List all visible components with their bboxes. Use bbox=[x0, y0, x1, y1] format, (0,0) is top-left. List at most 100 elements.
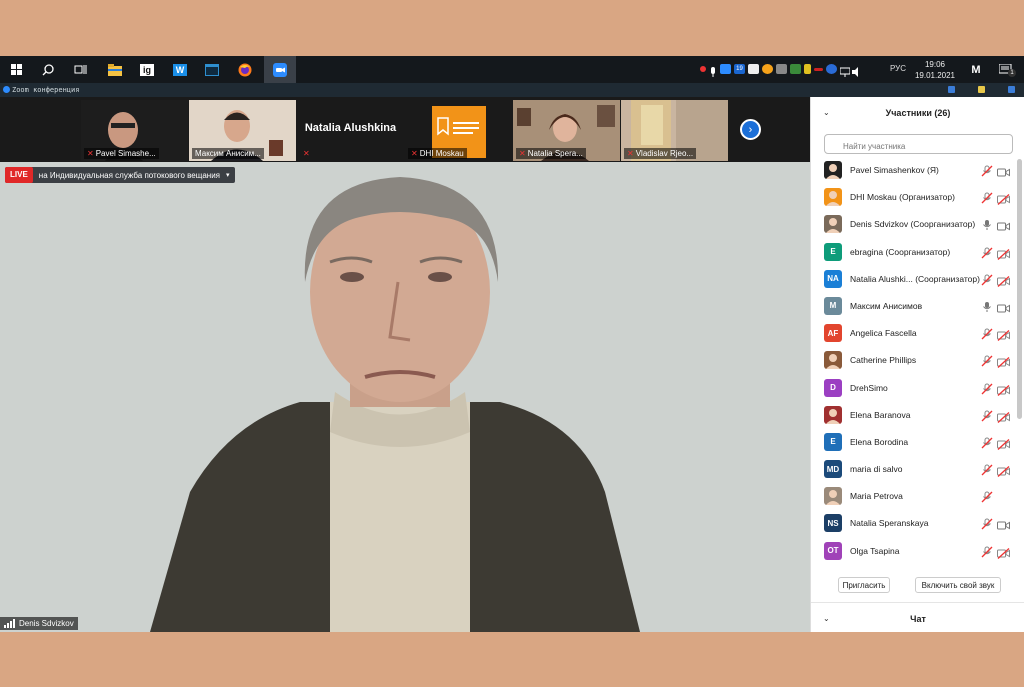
clock-time: 19:06 bbox=[924, 60, 946, 69]
close-button[interactable] bbox=[1008, 86, 1015, 93]
participants-scrollbar[interactable] bbox=[1017, 159, 1022, 419]
thumb-name: ✕ DHI Moskau bbox=[408, 148, 467, 159]
mic-muted-icon bbox=[981, 490, 993, 503]
participant-row[interactable]: Pavel Simashenkov (Я) bbox=[811, 157, 1017, 184]
camera-off-icon bbox=[997, 437, 1010, 450]
gray-tray-icon[interactable] bbox=[776, 64, 787, 74]
mic-tray-icon[interactable] bbox=[709, 64, 717, 77]
video-thumb[interactable]: ✕ Vladislav Rjeo... bbox=[621, 100, 728, 161]
participant-name: ebragina (Соорганизатор) bbox=[850, 246, 951, 257]
mic-muted-icon bbox=[981, 246, 993, 259]
participant-name: Maria Petrova bbox=[850, 491, 903, 502]
mic-icon bbox=[981, 300, 993, 312]
participant-row[interactable]: NA Natalia Alushki... (Соорганизатор) bbox=[811, 266, 1017, 293]
live-stream-badge[interactable]: LIVE на Индивидуальная служба потокового… bbox=[5, 167, 235, 183]
mic-muted-icon bbox=[981, 164, 993, 177]
mic-muted-icon: ✕ bbox=[87, 149, 94, 158]
mic-muted-icon bbox=[981, 273, 993, 286]
participant-name: Olga Tsapina bbox=[850, 545, 900, 556]
participant-row[interactable]: Eebragina (Соорганизатор) bbox=[811, 239, 1017, 266]
blue-tray-icon[interactable] bbox=[826, 64, 837, 74]
participant-row[interactable]: Catherine Phillips bbox=[811, 347, 1017, 374]
network-tray-icon[interactable] bbox=[839, 64, 851, 77]
signal-strength-icon bbox=[4, 619, 16, 628]
gallery-next-button[interactable]: › bbox=[740, 119, 761, 140]
green-tray-icon[interactable] bbox=[790, 64, 801, 74]
notifications-button[interactable]: 1 bbox=[990, 56, 1022, 83]
participant-row[interactable]: DHI Moskau (Организатор) bbox=[811, 184, 1017, 211]
avatar-photo bbox=[826, 164, 840, 179]
thumb-name: ✕ Vladislav Rjeo... bbox=[624, 148, 697, 159]
avatar bbox=[824, 351, 842, 370]
search-button[interactable] bbox=[32, 56, 64, 83]
participant-row[interactable]: M Максим Анисимов bbox=[811, 293, 1017, 320]
speaker-video-image bbox=[0, 162, 810, 632]
ig-app-icon: ig bbox=[140, 63, 154, 76]
file-explorer-button[interactable] bbox=[99, 56, 131, 83]
notification-count: 1 bbox=[1008, 69, 1016, 77]
mic-muted-icon bbox=[981, 382, 993, 394]
orange-tray-icon[interactable] bbox=[762, 64, 773, 74]
windows-logo-icon bbox=[10, 64, 22, 75]
participant-row[interactable]: AF Angelica Fascella bbox=[811, 320, 1017, 347]
participant-row[interactable]: NS Natalia Speranskaya bbox=[811, 510, 1017, 537]
mic-muted-icon: ✕ bbox=[519, 149, 526, 158]
record-icon[interactable] bbox=[700, 66, 706, 72]
camera-off-icon bbox=[997, 247, 1010, 260]
minimize-button[interactable] bbox=[948, 86, 955, 93]
video-thumb[interactable]: ✕ Natalia Spera... bbox=[513, 100, 620, 161]
active-speaker-video: LIVE на Индивидуальная служба потокового… bbox=[0, 162, 810, 632]
participant-name: Pavel Simashenkov (Я) bbox=[850, 165, 939, 175]
stream-service-label: на Индивидуальная служба потокового веща… bbox=[38, 170, 220, 180]
zoom-tray-icon[interactable] bbox=[720, 64, 731, 74]
avatar: NS bbox=[824, 514, 842, 533]
ig-app-button[interactable]: ig bbox=[131, 56, 163, 83]
windows-taskbar: ig W 19 РУС 19:06 19.01.2021 M 1 bbox=[0, 56, 1024, 83]
participants-title: Участники (26) bbox=[885, 108, 951, 118]
red-bar-tray-icon[interactable] bbox=[814, 67, 823, 71]
calendar-tray-icon[interactable]: 19 bbox=[734, 64, 745, 74]
meet-app-button[interactable]: M bbox=[960, 56, 992, 83]
unmute-self-button[interactable]: Включить свой звук bbox=[915, 577, 1001, 593]
task-view-button[interactable] bbox=[64, 56, 96, 83]
participant-name: Natalia Speranskaya bbox=[850, 518, 929, 529]
volume-tray-icon[interactable] bbox=[852, 64, 861, 77]
video-thumb[interactable]: Natalia Alushkina ✕ bbox=[297, 100, 404, 161]
participant-row[interactable]: OT Olga Tsapina bbox=[811, 538, 1017, 565]
start-button[interactable] bbox=[0, 56, 32, 83]
avatar bbox=[824, 188, 842, 207]
w-app-button[interactable]: W bbox=[164, 56, 196, 83]
invite-button[interactable]: Пригласить bbox=[838, 577, 890, 593]
zoom-icon bbox=[273, 62, 287, 77]
language-indicator[interactable]: РУС bbox=[890, 64, 906, 73]
maximize-button[interactable] bbox=[978, 86, 985, 93]
window-title: Zoom конференция bbox=[12, 86, 80, 94]
zoom-taskbar-button[interactable] bbox=[264, 56, 296, 83]
gallery-strip: ✕ Pavel Simashe... Максим Анисим... Natal… bbox=[0, 97, 810, 161]
zoom-meeting-window: ✕ Pavel Simashe... Максим Анисим... Natal… bbox=[0, 97, 1024, 632]
participants-panel: ⌄ Участники (26) Pavel Simashenkov (Я) DH… bbox=[810, 97, 1024, 632]
participant-row[interactable]: MD maria di salvo bbox=[811, 456, 1017, 483]
doc-tray-icon[interactable] bbox=[748, 64, 759, 74]
participant-name: maria di salvo bbox=[850, 464, 903, 475]
video-thumb[interactable]: ✕ DHI Moskau bbox=[405, 100, 512, 161]
camera-icon bbox=[997, 219, 1010, 231]
participant-row[interactable]: Elena Baranova bbox=[811, 402, 1017, 429]
participant-row[interactable]: D DrehSimo bbox=[811, 375, 1017, 402]
window-app-button[interactable] bbox=[196, 56, 228, 83]
clock[interactable]: 19:06 19.01.2021 bbox=[910, 59, 960, 81]
video-thumb[interactable]: Максим Анисим... bbox=[189, 100, 296, 161]
firefox-button[interactable] bbox=[229, 56, 261, 83]
mic-muted-icon bbox=[981, 517, 993, 530]
shield-tray-icon[interactable] bbox=[804, 64, 811, 74]
mic-muted-icon bbox=[981, 463, 993, 476]
camera-icon bbox=[997, 165, 1010, 177]
participant-search-input[interactable] bbox=[824, 134, 1013, 154]
window-app-icon bbox=[205, 63, 219, 76]
participant-name: Angelica Fascella bbox=[850, 328, 917, 339]
participant-row[interactable]: Maria Petrova bbox=[811, 483, 1017, 510]
video-thumb[interactable]: ✕ Pavel Simashe... bbox=[81, 100, 188, 161]
mic-icon bbox=[981, 218, 993, 231]
participant-row[interactable]: Denis Sdvizkov (Соорганизатор) bbox=[811, 211, 1017, 238]
participant-row[interactable]: E Elena Borodina bbox=[811, 429, 1017, 456]
